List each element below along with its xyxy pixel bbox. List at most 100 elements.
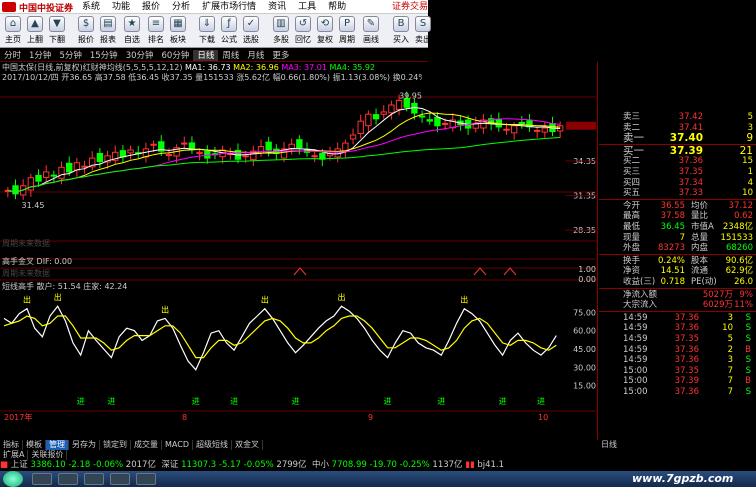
toolbar-label: 板块	[170, 35, 186, 44]
toolbar-button[interactable]: S 卖出	[412, 16, 434, 45]
toolbar-button[interactable]: ▲ 上翻	[24, 16, 46, 45]
indicator-tab[interactable]: 超级短线	[193, 440, 232, 450]
toolbar-button[interactable]: ▥ 多股	[270, 16, 292, 45]
toolbar-button[interactable]: ⇓ 下载	[196, 16, 218, 45]
period-tab[interactable]: 5分钟	[55, 50, 85, 61]
stat-value: 7	[679, 232, 685, 243]
menu-item[interactable]: 资讯	[262, 1, 292, 13]
period-tab[interactable]: 分时	[0, 50, 25, 61]
candle-body	[188, 142, 196, 150]
candle-body	[349, 134, 357, 140]
stat-key: 量比	[691, 211, 709, 222]
candle-body	[27, 177, 35, 191]
period-tab[interactable]: 更多	[268, 50, 293, 61]
candle-body	[242, 155, 249, 158]
logo-text: 中国中投证券	[19, 3, 74, 14]
taskbar-app-icon[interactable]	[32, 473, 52, 485]
quote-row: 买二 37.36 15	[599, 156, 756, 167]
toolbar-button[interactable]: $ 报价	[75, 16, 97, 45]
period-tab[interactable]: 周线	[218, 50, 243, 61]
logo-mark-icon	[2, 2, 16, 12]
sh-pct: -0.06%	[93, 460, 124, 470]
extension-tab[interactable]: 扩展A	[0, 450, 29, 460]
indicator-tab[interactable]: MACD	[162, 440, 193, 450]
menu-list: 系统 功能 报价 分析 扩展市场行情 资讯 工具 帮助	[76, 1, 352, 13]
toolbar-button[interactable]: B 买入	[390, 16, 412, 45]
stat-key: 净资	[623, 266, 641, 277]
toolbar-button[interactable]: ✓ 选股	[240, 16, 262, 45]
sh-value: 3386.10	[30, 460, 66, 470]
side-tab[interactable]: 日线	[599, 440, 756, 450]
toolbar-button[interactable]: ▼ 下翻	[46, 16, 68, 45]
sector-icon: ▦	[170, 16, 186, 32]
indicator-tab[interactable]: 另存为	[69, 440, 100, 450]
bid-volume: 10	[742, 188, 753, 199]
multi-icon: ▥	[273, 16, 289, 32]
period-tab[interactable]: 60分钟	[158, 50, 194, 61]
period-tab[interactable]: 15分钟	[86, 50, 122, 61]
indicator-tab[interactable]: 管理	[46, 440, 69, 450]
buy-signal-label: 进	[230, 397, 238, 406]
quote-row: 收益(三) 0.718 PE(动) 26.0	[599, 277, 756, 288]
bid-price: 37.39	[669, 144, 703, 157]
menu-item[interactable]: 报价	[136, 1, 166, 13]
taskbar-app-icon[interactable]	[58, 473, 78, 485]
indicator-tab[interactable]: 指标	[0, 440, 23, 450]
menu-item[interactable]: 分析	[166, 1, 196, 13]
divider	[599, 310, 756, 312]
ask-price: 37.40	[669, 132, 703, 145]
menu-item[interactable]: 扩展市场行情	[196, 1, 262, 13]
toolbar-button[interactable]: P 周期	[336, 16, 358, 45]
sub2-axis-label: 30.00	[573, 363, 596, 372]
toolbar-button[interactable]: ★ 自选	[121, 16, 143, 45]
quote-row: 14:59 37.36 10 S	[599, 323, 756, 334]
date-axis-label: 10	[538, 413, 548, 422]
menu-item[interactable]: 系统	[76, 1, 106, 13]
menu-item[interactable]: 功能	[106, 1, 136, 13]
toolbar-button[interactable]: ≡ 排名	[145, 16, 167, 45]
candle-body	[510, 125, 518, 134]
tick-volume: 7	[727, 387, 733, 397]
trade-link[interactable]: 证券交易	[392, 1, 428, 13]
extension-tab[interactable]: 关联报价	[28, 450, 68, 460]
candle-body	[334, 148, 341, 158]
flow-value: 6029万	[702, 300, 733, 311]
menu-item[interactable]: 帮助	[322, 1, 352, 13]
kline-chart[interactable]: 37.3534.3531.3528.3539.9531.451.000.0075…	[0, 62, 598, 440]
sz-change: -5.17	[218, 460, 241, 470]
quote-panel: 卖三 37.42 5 卖二 37.41 3 卖一 37.40 9 买一 37.39 21 买二 37.36…	[599, 112, 756, 450]
toolbar-button[interactable]: ƒ 公式	[218, 16, 240, 45]
period-tab[interactable]: 月线	[243, 50, 268, 61]
quote-row: 换手 0.24% 股本 90.6亿	[599, 256, 756, 267]
period-tab[interactable]: 1分钟	[25, 50, 55, 61]
toolbar-button[interactable]: ✎ 画线	[360, 16, 382, 45]
tick-side: S	[745, 312, 751, 323]
toolbar-label: 报表	[100, 35, 116, 44]
indicator-tab[interactable]: 双金叉	[232, 440, 263, 450]
menu-item[interactable]: 工具	[292, 1, 322, 13]
quote-row: 外盘 83273 内盘 68260	[599, 243, 756, 254]
period-tab[interactable]: 30分钟	[122, 50, 158, 61]
taskbar-app-icon[interactable]	[84, 473, 104, 485]
tick-side: B	[745, 376, 751, 387]
stat-value: 37.58	[660, 211, 685, 222]
tick-volume: 3	[727, 355, 733, 366]
stat-value: 36.45	[660, 222, 685, 232]
indicator-tab[interactable]: 锁定到	[100, 440, 131, 450]
indicator-tab[interactable]: 成交量	[131, 440, 162, 450]
watermark: www.7gpzb.com	[632, 472, 734, 485]
tick-price: 37.36	[674, 312, 699, 323]
toolbar-button[interactable]: ↺ 回忆	[292, 16, 314, 45]
bid-label: 买四	[623, 177, 641, 188]
toolbar-button[interactable]: ▤ 报表	[97, 16, 119, 45]
indicator-tab[interactable]: 模板	[23, 440, 46, 450]
buy-signal-label: 进	[107, 397, 115, 406]
toolbar-button[interactable]: ⌂ 主页	[2, 16, 24, 45]
status-bar: ■ 上证 3386.10 -2.18 -0.06% 2017亿 深证 11307…	[0, 460, 756, 471]
toolbar-button[interactable]: ⟲ 复权	[314, 16, 336, 45]
taskbar-app-icon[interactable]	[110, 473, 130, 485]
start-button-icon[interactable]	[3, 471, 23, 487]
toolbar-button[interactable]: ▦ 板块	[167, 16, 189, 45]
taskbar-app-icon[interactable]	[136, 473, 156, 485]
period-tab[interactable]: 日线	[193, 50, 219, 61]
